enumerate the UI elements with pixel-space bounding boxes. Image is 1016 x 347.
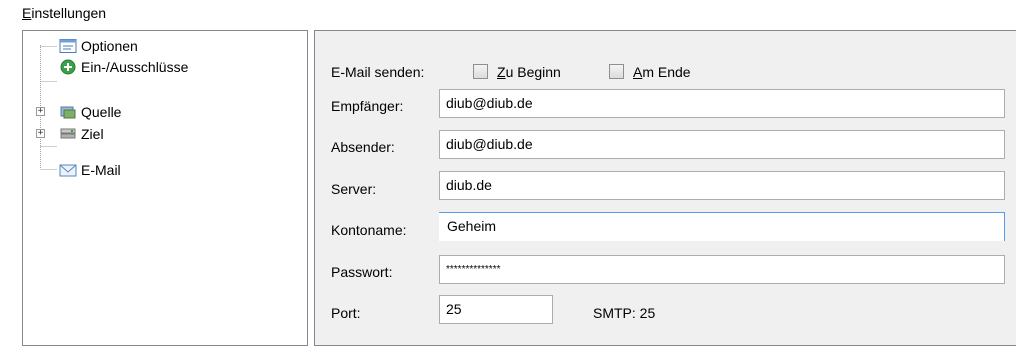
options-window-icon (59, 38, 77, 54)
source-drive-icon (59, 104, 77, 120)
expand-quelle-button[interactable]: + (36, 107, 45, 116)
password-label: Passwort: (331, 264, 393, 280)
server-input[interactable]: diub.de (439, 171, 1005, 200)
send-at-end-checkbox[interactable] (609, 64, 624, 79)
tree-item-e-mail[interactable]: E-Mail (59, 160, 121, 180)
recipient-label: Empfänger: (331, 98, 404, 114)
tree-item-ziel[interactable]: Ziel (59, 124, 104, 144)
port-input[interactable]: 25 (439, 295, 553, 324)
tree-item-ein-ausschluesse[interactable]: Ein-/Ausschlüsse (59, 57, 188, 77)
tree-item-label: Quelle (81, 104, 122, 120)
password-input[interactable]: ************** (439, 255, 1005, 284)
send-at-end-rest: m Ende (642, 64, 691, 80)
settings-group-title: Einstellungen (22, 5, 106, 21)
tree-connector-lines (40, 45, 57, 170)
smtp-port-hint: SMTP: 25 (593, 305, 656, 321)
tree-item-optionen[interactable]: Optionen (59, 36, 138, 56)
send-at-end-label[interactable]: Am Ende (633, 64, 691, 80)
green-plus-circle-icon (59, 59, 77, 75)
tree-item-label: Optionen (81, 38, 138, 54)
sender-label: Absender: (331, 139, 395, 155)
account-name-label: Kontoname: (331, 222, 407, 238)
account-name-input[interactable]: Geheim (439, 212, 1005, 241)
expand-ziel-button[interactable]: + (36, 129, 45, 138)
sender-input[interactable]: diub@diub.de (439, 130, 1005, 159)
email-settings-panel: E-Mail senden: Zu Beginn Am Ende Empfäng… (314, 30, 1016, 346)
port-label: Port: (331, 305, 361, 321)
settings-title-accel: E (22, 5, 32, 21)
send-at-start-checkbox[interactable] (473, 64, 488, 79)
settings-tree[interactable]: Optionen Ein-/Ausschlüsse + Quelle + Zie… (22, 30, 308, 346)
send-email-label: E-Mail senden: (331, 64, 425, 80)
server-label: Server: (331, 181, 377, 197)
tree-item-quelle[interactable]: Quelle (59, 102, 121, 122)
send-at-start-label[interactable]: Zu Beginn (497, 64, 561, 80)
tree-item-label: E-Mail (81, 162, 121, 178)
settings-title-rest: instellungen (31, 5, 107, 21)
target-drive-icon (59, 126, 77, 142)
envelope-icon (59, 162, 77, 178)
tree-item-label: Ziel (81, 126, 104, 142)
send-at-end-accel: A (633, 64, 643, 80)
send-at-start-rest: u Beginn (505, 64, 561, 80)
tree-item-label: Ein-/Ausschlüsse (81, 59, 189, 75)
recipient-input[interactable]: diub@diub.de (439, 89, 1005, 118)
send-at-start-accel: Z (497, 64, 506, 80)
